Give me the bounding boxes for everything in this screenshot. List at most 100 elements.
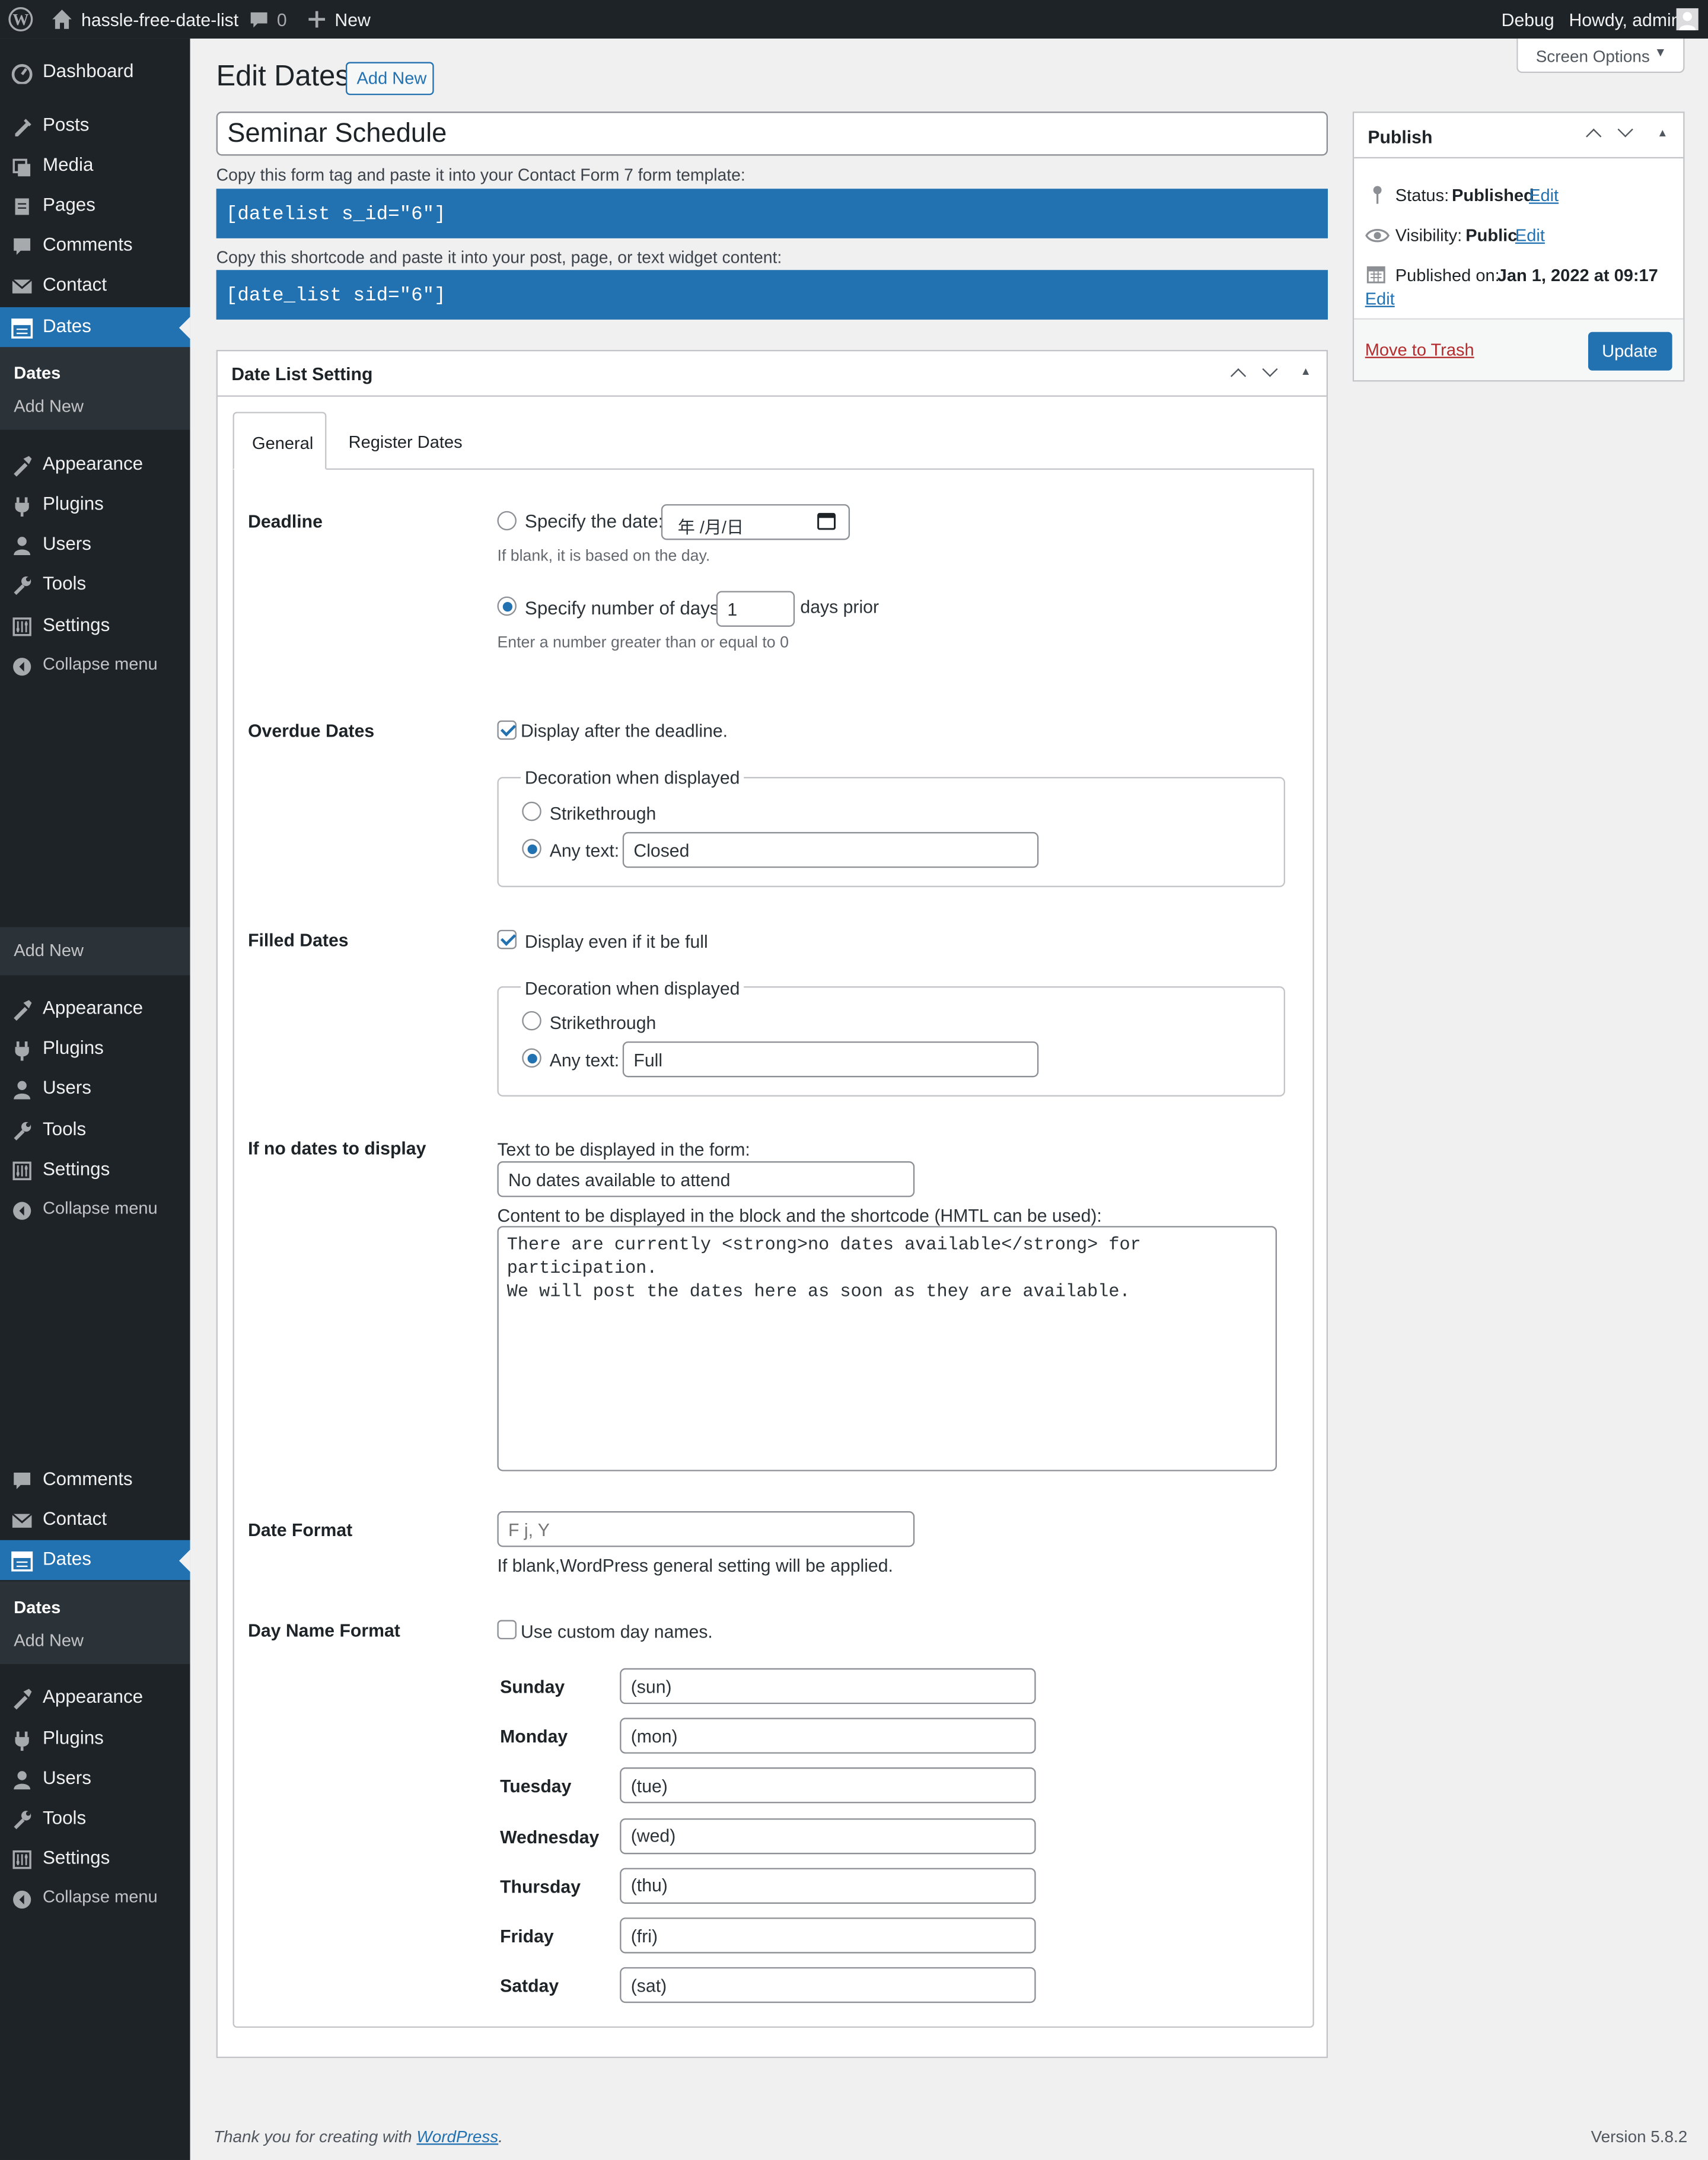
filled-text-input[interactable] <box>622 1041 1039 1078</box>
menu-item-settings[interactable]: Settings <box>0 1150 190 1190</box>
setting-box-title: Date List Setting <box>231 364 373 385</box>
day-name-input-friday[interactable] <box>620 1917 1036 1954</box>
collapse-arrow-icon <box>11 1200 33 1222</box>
day-name-input-tuesday[interactable] <box>620 1767 1036 1804</box>
debug-link[interactable]: Debug <box>1502 9 1554 30</box>
filled-text-radio[interactable] <box>522 1048 541 1068</box>
menu-item-settings[interactable]: Settings <box>0 1839 190 1879</box>
days-prior-input[interactable] <box>716 591 795 627</box>
tab-general[interactable]: General <box>232 412 327 470</box>
comment-bubble-icon[interactable] <box>249 11 269 31</box>
menu-item-media[interactable]: Media <box>0 146 190 186</box>
day-label-tuesday: Tuesday <box>500 1776 572 1797</box>
collapse-menu-button[interactable]: Collapse menu <box>0 1190 190 1230</box>
plugin-icon <box>11 1038 33 1061</box>
shortcode-code[interactable]: [date_list sid="6"] <box>216 270 1328 320</box>
menu-item-pages[interactable]: Pages <box>0 186 190 226</box>
filled-heading: Filled Dates <box>248 929 349 951</box>
toggle-panel-icon[interactable]: ▲ <box>1657 127 1668 139</box>
post-title-input[interactable] <box>216 111 1328 156</box>
menu-item-label: Plugins <box>43 493 104 514</box>
comments-count[interactable]: 0 <box>277 9 287 30</box>
submenu-item-add-new[interactable]: Add New <box>14 1631 84 1651</box>
add-new-button[interactable]: Add New <box>345 62 434 95</box>
date-format-input[interactable] <box>497 1511 915 1547</box>
collapse-menu-button[interactable]: Collapse menu <box>0 1879 190 1919</box>
menu-item-label: Posts <box>43 114 90 135</box>
filled-strikethrough-radio[interactable] <box>522 1011 541 1031</box>
menu-item-appearance[interactable]: Appearance <box>0 989 190 1029</box>
screen-options-button[interactable]: Screen Options ▼ <box>1516 39 1685 74</box>
menu-item-tools[interactable]: Tools <box>0 565 190 604</box>
overdue-display-checkbox[interactable] <box>497 720 517 740</box>
move-down-icon[interactable] <box>1262 361 1278 377</box>
move-up-icon[interactable] <box>1586 128 1602 145</box>
specify-days-radio[interactable] <box>497 596 517 616</box>
day-name-input-wednesday[interactable] <box>620 1818 1036 1854</box>
collapse-arrow-icon <box>11 1888 33 1910</box>
overdue-text-radio[interactable] <box>522 839 541 859</box>
move-down-icon[interactable] <box>1617 122 1633 138</box>
filled-display-checkbox[interactable] <box>497 929 517 950</box>
plus-icon[interactable] <box>308 11 326 28</box>
submenu <box>0 347 190 430</box>
menu-item-dates[interactable]: Dates <box>0 1540 190 1581</box>
submenu-item-add-new[interactable]: Add New <box>14 397 84 416</box>
tab-register-dates[interactable]: Register Dates <box>333 412 478 470</box>
day-name-input-satday[interactable] <box>620 1967 1036 2003</box>
menu-item-users[interactable]: Users <box>0 1069 190 1108</box>
dashboard-icon <box>11 62 33 85</box>
menu-item-plugins[interactable]: Plugins <box>0 1719 190 1759</box>
menu-item-posts[interactable]: Posts <box>0 106 190 146</box>
menu-item-dashboard[interactable]: Dashboard <box>0 52 190 92</box>
menu-item-label: Contact <box>43 274 107 295</box>
content-textarea[interactable] <box>497 1226 1277 1471</box>
update-button[interactable]: Update <box>1588 332 1672 371</box>
form-text-input[interactable] <box>497 1161 915 1197</box>
menu-item-dates[interactable]: Dates <box>0 307 190 348</box>
menu-item-appearance[interactable]: Appearance <box>0 1678 190 1718</box>
edit-status-link[interactable]: Edit <box>1529 186 1559 206</box>
eye-icon <box>1365 226 1390 246</box>
form-tag-code[interactable]: [datelist s_id="6"] <box>216 189 1328 238</box>
menu-item-contact[interactable]: Contact <box>0 1500 190 1540</box>
calendar-picker-icon[interactable] <box>817 511 836 531</box>
day-name-input-sunday[interactable] <box>620 1668 1036 1705</box>
menu-item-users[interactable]: Users <box>0 1759 190 1799</box>
menu-item-label: Comments <box>43 234 133 255</box>
menu-item-settings[interactable]: Settings <box>0 606 190 646</box>
menu-item-tools[interactable]: Tools <box>0 1110 190 1150</box>
collapse-menu-button[interactable]: Collapse menu <box>0 646 190 686</box>
howdy-link[interactable]: Howdy, admin <box>1569 9 1681 30</box>
edit-visibility-link[interactable]: Edit <box>1515 226 1545 246</box>
deadline-date-input[interactable]: 年 /月/日 <box>661 504 850 540</box>
move-to-trash-link[interactable]: Move to Trash <box>1365 340 1474 360</box>
specify-date-radio[interactable] <box>497 511 517 531</box>
overdue-decoration-legend: Decoration when displayed <box>520 767 744 788</box>
menu-item-tools[interactable]: Tools <box>0 1799 190 1839</box>
menu-item-plugins[interactable]: Plugins <box>0 485 190 525</box>
menu-item-appearance[interactable]: Appearance <box>0 445 190 485</box>
overdue-text-input[interactable] <box>622 831 1039 868</box>
submenu-item-add-new[interactable]: Add New <box>14 941 84 960</box>
move-up-icon[interactable] <box>1230 368 1247 384</box>
wordpress-link[interactable]: WordPress <box>416 2127 498 2146</box>
submenu-item-dates[interactable]: Dates <box>14 364 60 383</box>
menu-item-contact[interactable]: Contact <box>0 266 190 305</box>
overdue-strikethrough-radio[interactable] <box>522 801 541 821</box>
date-format-hint: If blank,WordPress general setting will … <box>497 1555 893 1576</box>
status-label: Status: <box>1395 186 1449 206</box>
custom-day-names-checkbox[interactable] <box>497 1620 517 1640</box>
menu-item-comments[interactable]: Comments <box>0 226 190 266</box>
avatar[interactable] <box>1676 8 1699 31</box>
day-name-input-monday[interactable] <box>620 1718 1036 1754</box>
menu-item-users[interactable]: Users <box>0 525 190 565</box>
toggle-panel-icon[interactable]: ▲ <box>1301 365 1311 378</box>
day-name-input-thursday[interactable] <box>620 1868 1036 1904</box>
submenu-item-dates[interactable]: Dates <box>14 1598 60 1617</box>
edit-date-link[interactable]: Edit <box>1365 289 1395 309</box>
publish-title: Publish <box>1368 126 1433 148</box>
new-content-link[interactable]: New <box>334 9 370 30</box>
menu-item-plugins[interactable]: Plugins <box>0 1029 190 1069</box>
menu-item-comments[interactable]: Comments <box>0 1460 190 1500</box>
